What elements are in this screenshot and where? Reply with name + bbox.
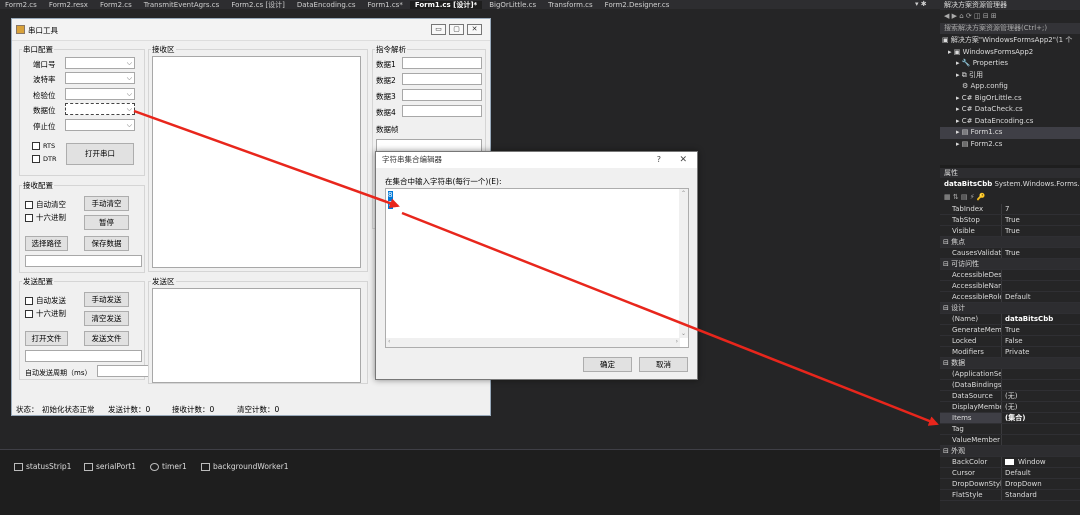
arrow-dialog-to-items bbox=[401, 211, 939, 426]
annotation-arrows bbox=[133, 109, 939, 426]
arrow-databits-to-dialog bbox=[133, 109, 400, 208]
